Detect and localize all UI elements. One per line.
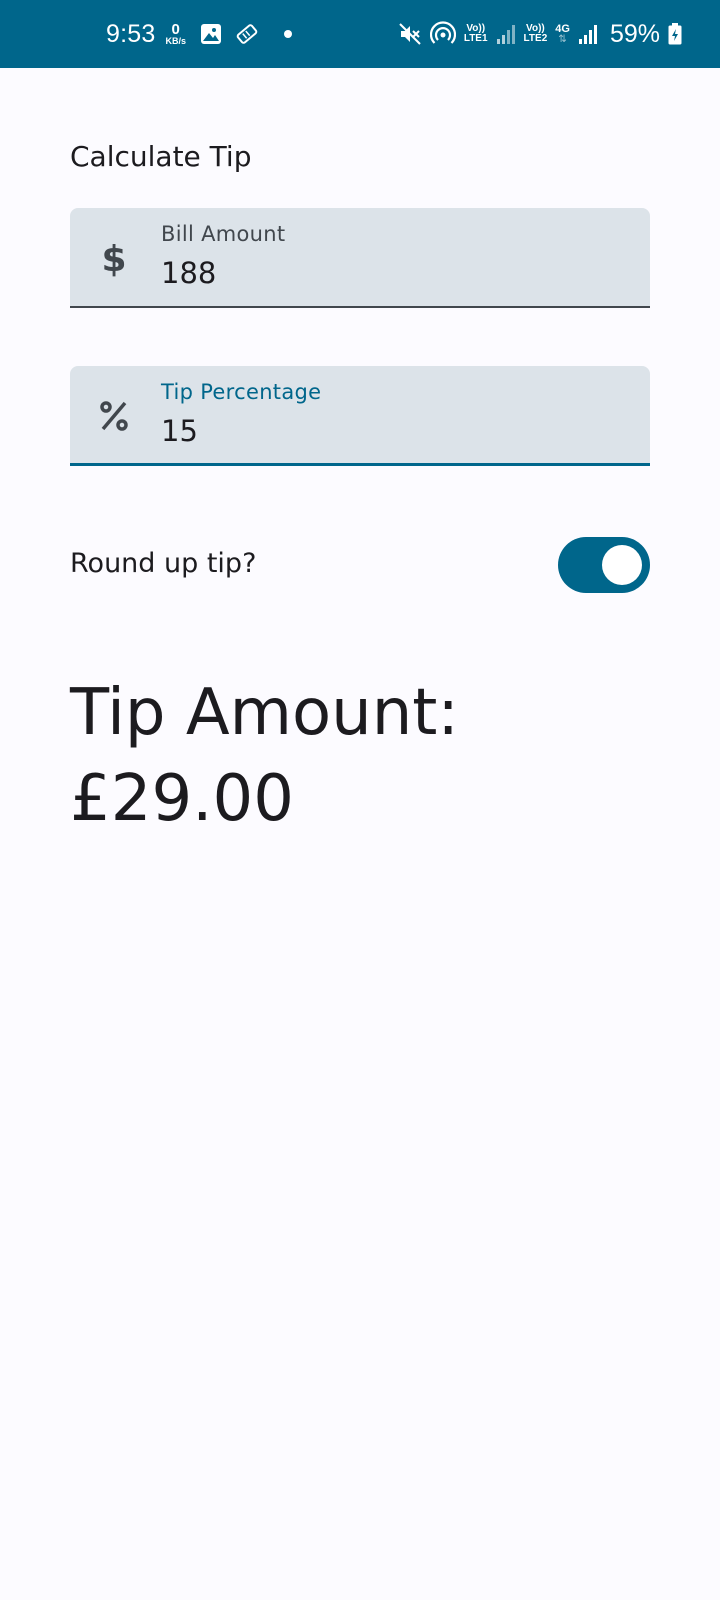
data-rate-unit: KB/s (165, 36, 186, 46)
data-rate-value: 0 (171, 21, 180, 38)
mute-icon (398, 22, 422, 46)
status-bar: 9:53 0 KB/s Vo)) LTE1 Vo)) LTE2 4G ⇅ 59% (0, 0, 720, 68)
tip-amount-label: Tip Amount: (70, 676, 459, 750)
round-up-switch[interactable] (558, 537, 650, 593)
battery-percent: 59% (609, 19, 660, 48)
signal-icon (578, 23, 598, 45)
bill-amount-input[interactable] (161, 256, 621, 290)
network-type: 4G (555, 22, 570, 35)
dollar-icon: $ (94, 236, 134, 280)
hotspot-icon (429, 21, 456, 47)
network-type-indicator: 4G ⇅ (555, 22, 570, 45)
battery-charging-icon (668, 23, 682, 45)
sim2-indicator: Vo)) LTE2 (524, 24, 548, 44)
gallery-icon (200, 23, 222, 45)
status-time: 9:53 (106, 19, 156, 48)
sim1-bottom: LTE1 (463, 33, 488, 44)
status-left: 9:53 0 KB/s (106, 0, 292, 68)
svg-text:$: $ (101, 239, 126, 278)
ticket-icon (236, 23, 258, 45)
bill-amount-field[interactable]: $ Bill Amount (70, 208, 650, 308)
round-up-label: Round up tip? (70, 548, 257, 579)
tip-percentage-label: Tip Percentage (161, 380, 322, 404)
page-title: Calculate Tip (70, 140, 252, 173)
tip-percentage-field[interactable]: Tip Percentage (70, 366, 650, 466)
switch-thumb (602, 545, 642, 585)
percent-icon (94, 394, 134, 438)
sim1-indicator: Vo)) LTE1 (464, 24, 488, 44)
status-right: Vo)) LTE1 Vo)) LTE2 4G ⇅ 59% (398, 0, 682, 68)
signal-icon (496, 23, 516, 45)
notification-dot-icon (283, 30, 292, 38)
tip-amount-result: Tip Amount: £29.00 (70, 670, 670, 842)
data-rate-indicator: 0 KB/s (165, 22, 186, 46)
tip-percentage-input[interactable] (161, 414, 621, 448)
bill-amount-label: Bill Amount (161, 222, 286, 246)
sim2-bottom: LTE2 (523, 33, 548, 44)
data-arrows-icon: ⇅ (558, 33, 567, 45)
tip-amount-value: £29.00 (70, 762, 294, 836)
